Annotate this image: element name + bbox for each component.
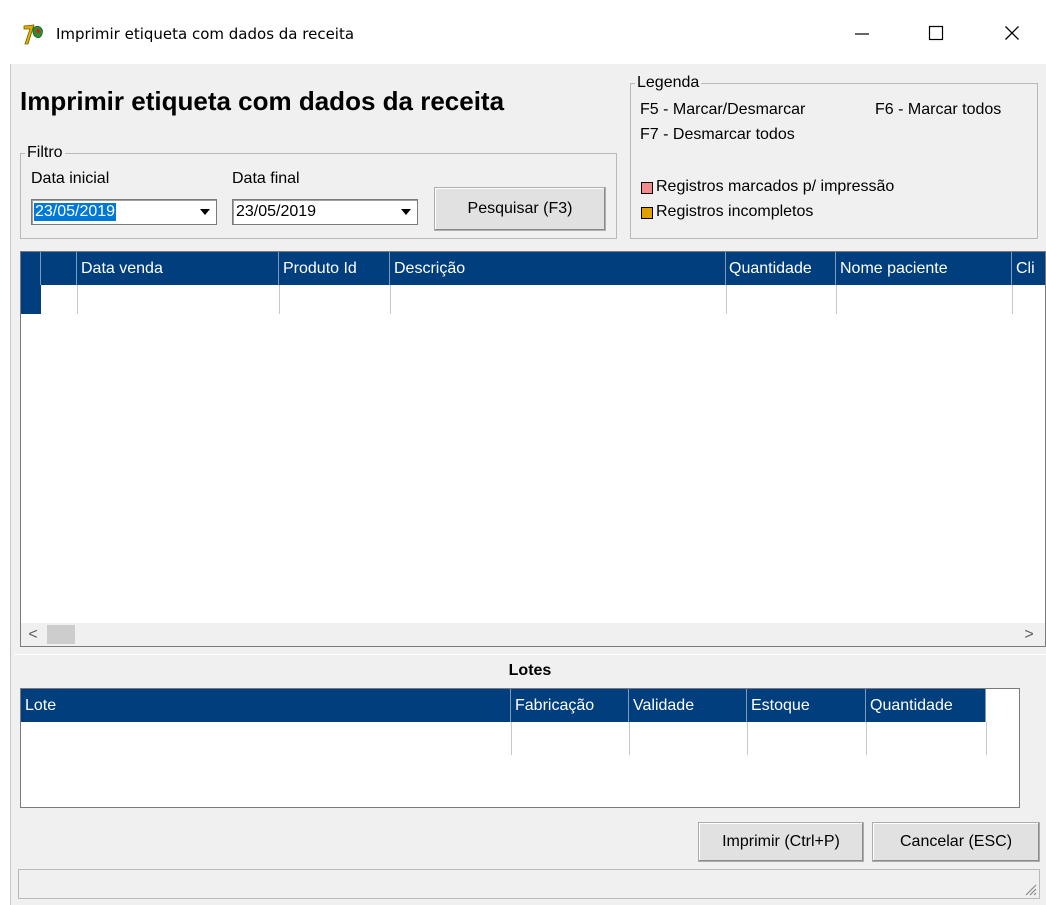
close-icon [1005, 26, 1019, 40]
horizontal-scrollbar[interactable]: < > [21, 623, 1045, 646]
title-bar: Imprimir etiqueta com dados da receita [0, 0, 1046, 64]
column-header-fabricacao[interactable]: Fabricação [511, 689, 629, 722]
column-header-lote[interactable]: Lote [21, 689, 511, 722]
grid-line [629, 722, 630, 755]
scroll-left-arrow-icon[interactable]: < [21, 623, 45, 646]
grid-line [77, 285, 78, 314]
minimize-icon [855, 33, 869, 35]
grid-line [866, 722, 867, 755]
column-header-descricao[interactable]: Descrição [390, 252, 726, 285]
status-bar [18, 869, 1040, 899]
app-icon [22, 22, 46, 46]
lotes-grid-header: Lote Fabricação Validade Estoque Quantid… [21, 689, 986, 722]
start-date-picker[interactable]: 23/05/2019 [31, 199, 217, 225]
grid-line [1012, 285, 1013, 314]
column-header-cliente[interactable]: Cli [1012, 252, 1045, 285]
scroll-thumb[interactable] [47, 625, 75, 644]
close-button[interactable] [984, 14, 1040, 52]
shortcut-f5: F5 - Marcar/Desmarcar [640, 101, 806, 118]
cancel-button[interactable]: Cancelar (ESC) [872, 822, 1040, 862]
end-date-label: Data final [232, 170, 300, 187]
column-header-produto-id[interactable]: Produto Id [279, 252, 390, 285]
marked-color-swatch [641, 182, 653, 194]
current-row-indicator[interactable] [21, 285, 41, 314]
column-header-quantidade[interactable]: Quantidade [726, 252, 836, 285]
maximize-button[interactable] [908, 14, 964, 52]
column-header-validade[interactable]: Validade [629, 689, 747, 722]
column-header-data-venda[interactable]: Data venda [77, 252, 279, 285]
grid-line [747, 722, 748, 755]
lotes-grid[interactable]: Lote Fabricação Validade Estoque Quantid… [20, 688, 1020, 808]
grid-line [726, 285, 727, 314]
lotes-section-title: Lotes [14, 654, 1046, 687]
page-title: Imprimir etiqueta com dados da receita [20, 86, 505, 116]
legend-group-label: Legenda [637, 74, 700, 91]
resize-grip-icon[interactable] [1023, 882, 1037, 896]
incomplete-legend-label: Registros incompletos [656, 203, 814, 220]
start-date-value[interactable]: 23/05/2019 [34, 203, 117, 221]
grid-line [836, 285, 837, 314]
filter-group-label: Filtro [27, 144, 63, 161]
column-header-estoque[interactable]: Estoque [747, 689, 866, 722]
end-date-picker[interactable]: 23/05/2019 [232, 199, 418, 225]
maximize-icon [928, 25, 944, 41]
grid-line [390, 285, 391, 314]
incomplete-color-swatch [641, 207, 653, 219]
marked-legend-label: Registros marcados p/ impressão [656, 178, 895, 195]
row-indicator-header [21, 252, 41, 285]
start-date-label: Data inicial [31, 170, 110, 187]
grid-line [279, 285, 280, 314]
dropdown-arrow-icon[interactable] [196, 202, 214, 222]
minimize-button[interactable] [834, 14, 890, 52]
end-date-value[interactable]: 23/05/2019 [235, 203, 317, 221]
grid-line [511, 722, 512, 755]
scroll-right-arrow-icon[interactable]: > [1017, 623, 1041, 646]
dropdown-arrow-icon[interactable] [397, 202, 415, 222]
shortcut-f7: F7 - Desmarcar todos [640, 126, 795, 143]
search-button[interactable]: Pesquisar (F3) [434, 187, 606, 231]
column-header-quantidade[interactable]: Quantidade [866, 689, 986, 722]
sales-grid[interactable]: Data venda Produto Id Descrição Quantida… [20, 251, 1046, 647]
column-header-nome-paciente[interactable]: Nome paciente [836, 252, 1012, 285]
window-title: Imprimir etiqueta com dados da receita [56, 25, 355, 43]
checkbox-column-header[interactable] [41, 252, 77, 285]
sales-grid-header: Data venda Produto Id Descrição Quantida… [21, 252, 1045, 285]
print-button[interactable]: Imprimir (Ctrl+P) [698, 822, 864, 862]
grid-line [986, 722, 987, 755]
shortcut-f6: F6 - Marcar todos [875, 101, 1002, 118]
